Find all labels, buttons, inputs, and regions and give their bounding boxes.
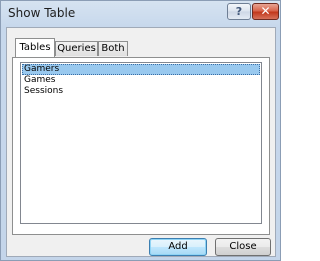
show-table-dialog: Show Table ? ✕ Tables Queries Both Gamer…	[0, 0, 281, 261]
help-button[interactable]: ?	[227, 3, 251, 20]
window-title: Show Table	[8, 6, 76, 20]
tab-panel: Gamers Games Sessions	[12, 57, 270, 235]
table-list[interactable]: Gamers Games Sessions	[20, 62, 262, 224]
list-item-gamers[interactable]: Gamers	[22, 64, 260, 75]
list-item-sessions[interactable]: Sessions	[22, 86, 260, 97]
list-item-games[interactable]: Games	[22, 75, 260, 86]
title-bar[interactable]: Show Table ? ✕	[1, 1, 280, 25]
tab-both[interactable]: Both	[98, 41, 128, 56]
add-button[interactable]: Add	[149, 238, 207, 256]
close-icon: ✕	[260, 4, 271, 18]
tab-queries[interactable]: Queries	[55, 41, 98, 56]
question-mark-icon: ?	[235, 5, 243, 18]
close-button[interactable]: Close	[215, 238, 271, 256]
dialog-body: Tables Queries Both Gamers Games Session…	[6, 27, 276, 257]
tab-tables[interactable]: Tables	[15, 38, 55, 57]
window-close-button[interactable]: ✕	[252, 3, 279, 20]
